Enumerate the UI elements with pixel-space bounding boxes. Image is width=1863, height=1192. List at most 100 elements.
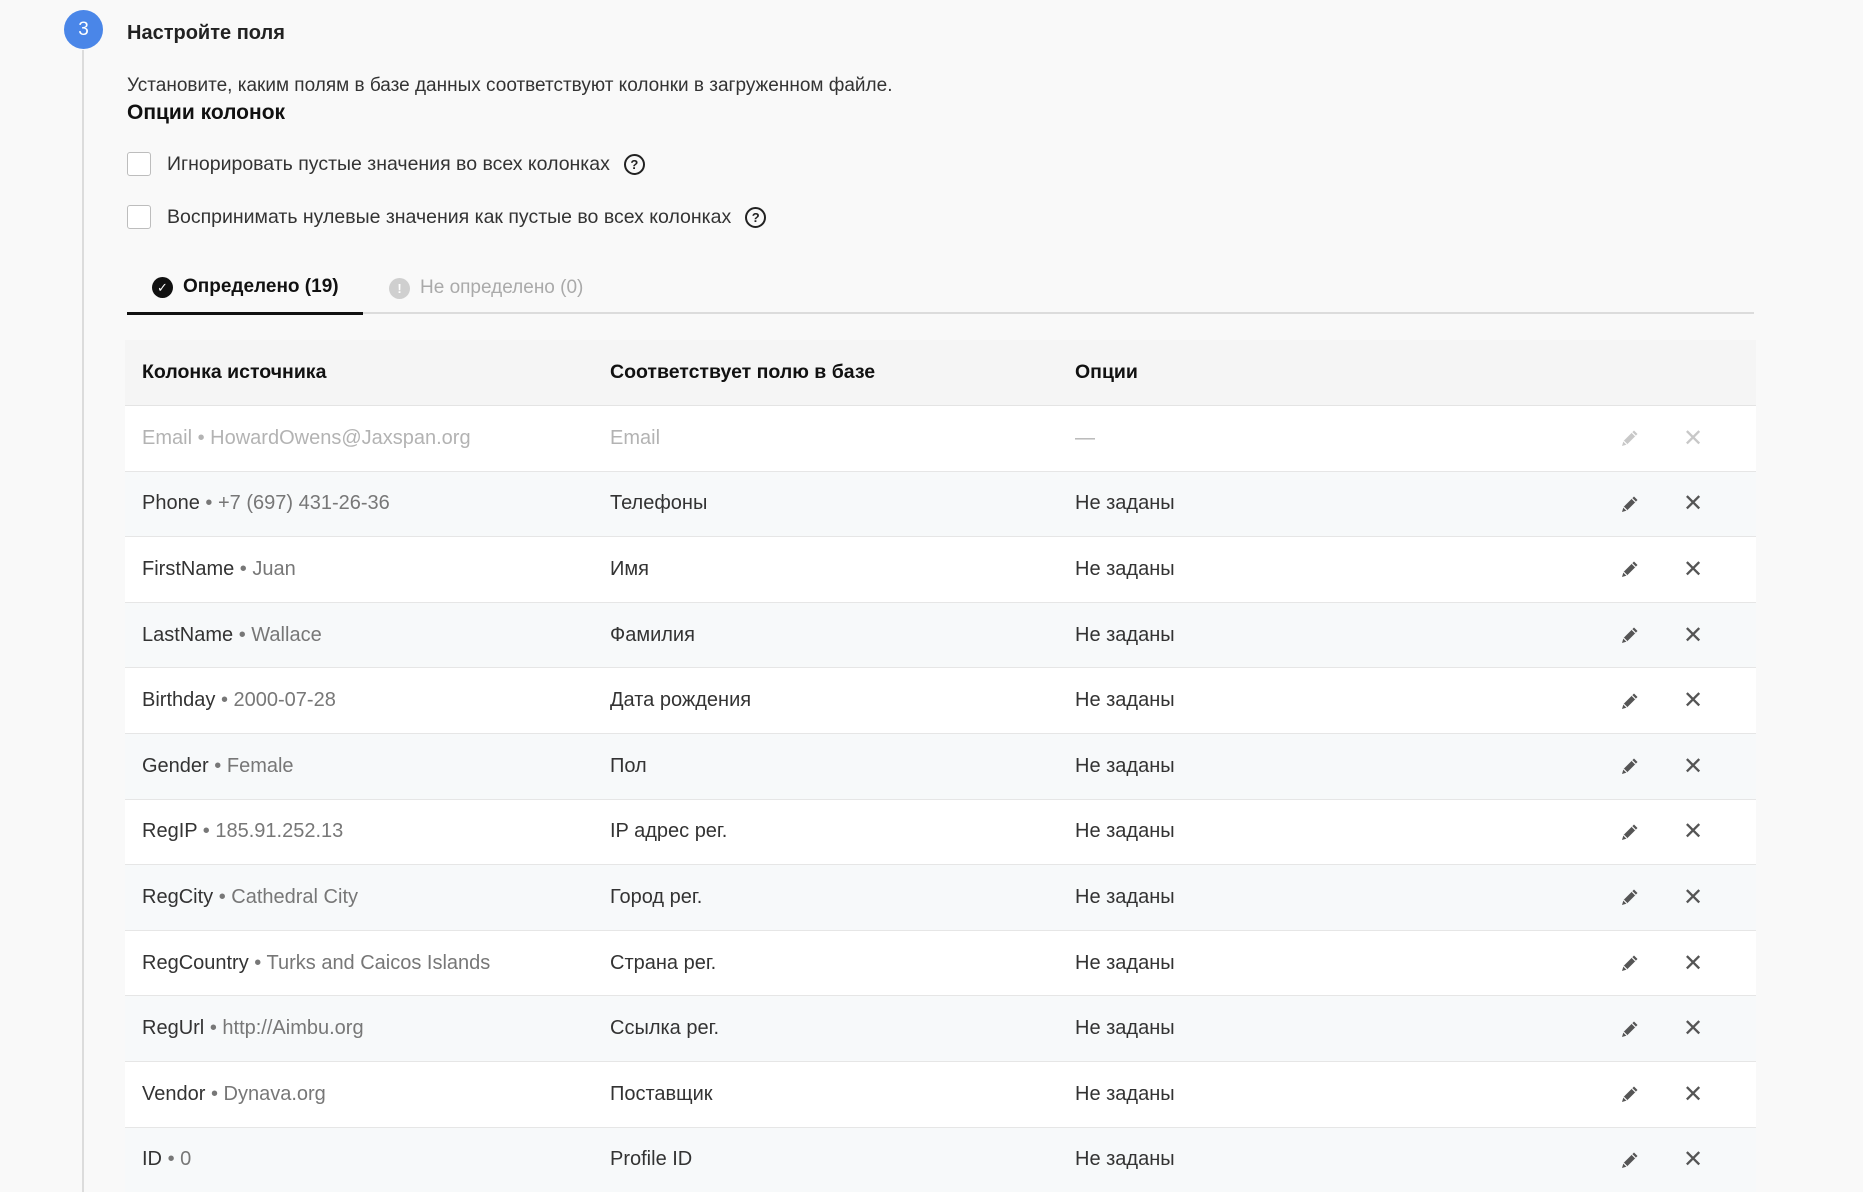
edit-pencil-icon[interactable]	[1615, 489, 1645, 519]
table-row: Vendor • Dynava.org Поставщик Не заданы …	[125, 1061, 1756, 1128]
option-ignore-empty: Игнорировать пустые значения во всех кол…	[127, 151, 645, 177]
edit-pencil-icon[interactable]	[1615, 882, 1645, 912]
close-icon[interactable]: ✕	[1678, 489, 1708, 519]
source-cell: RegIP • 185.91.252.13	[142, 820, 343, 843]
sample-separator: •	[214, 754, 222, 777]
source-cell: Gender • Female	[142, 755, 294, 778]
header-source-column: Колонка источника	[142, 361, 327, 383]
header-options: Опции	[1075, 361, 1138, 383]
table-row: Gender • Female Пол Не заданы ✕	[125, 733, 1756, 800]
edit-pencil-icon[interactable]	[1615, 751, 1645, 781]
tab-defined-label: Определено (19)	[183, 276, 339, 297]
close-icon[interactable]: ✕	[1678, 620, 1708, 650]
sample-separator: •	[220, 689, 228, 712]
table-body: Email • HowardOwens@Jaxspan.org Email — …	[125, 406, 1756, 1192]
exclamation-icon: !	[389, 277, 410, 299]
tab-undefined[interactable]: ! Не определено (0)	[389, 262, 583, 314]
edit-pencil-icon[interactable]	[1615, 423, 1645, 453]
source-sample-value: Wallace	[251, 623, 322, 646]
zero-as-empty-label[interactable]: Воспринимать нулевые значения как пустые…	[167, 206, 731, 229]
help-icon[interactable]: ?	[745, 206, 767, 228]
close-icon[interactable]: ✕	[1678, 948, 1708, 978]
source-cell: RegUrl • http://Aimbu.org	[142, 1017, 364, 1040]
source-column-name: Vendor	[142, 1082, 206, 1105]
zero-as-empty-checkbox[interactable]	[127, 205, 151, 229]
step-description: Установите, каким полям в базе данных со…	[127, 75, 893, 96]
help-icon[interactable]: ?	[623, 153, 645, 175]
source-column-name: RegIP	[142, 820, 198, 843]
table-row: Phone • +7 (697) 431-26-36 Телефоны Не з…	[125, 471, 1756, 538]
db-field-cell: Имя	[610, 557, 649, 580]
table-row: RegCity • Cathedral City Город рег. Не з…	[125, 865, 1756, 931]
source-sample-value: Turks and Caicos Islands	[266, 951, 491, 974]
close-icon[interactable]: ✕	[1678, 686, 1708, 716]
source-sample-value: http://Aimbu.org	[222, 1017, 364, 1040]
header-db-field: Соответствует полю в базе	[610, 361, 876, 383]
close-icon[interactable]: ✕	[1678, 1145, 1708, 1175]
db-field-cell: Страна рег.	[610, 951, 717, 974]
edit-pencil-icon[interactable]	[1615, 1014, 1645, 1044]
close-icon[interactable]: ✕	[1678, 751, 1708, 781]
source-cell: Phone • +7 (697) 431-26-36	[142, 492, 390, 515]
source-cell: RegCity • Cathedral City	[142, 886, 358, 909]
option-zero-as-empty: Воспринимать нулевые значения как пустые…	[127, 204, 767, 230]
options-cell: Не заданы	[1075, 1148, 1175, 1171]
ignore-empty-label[interactable]: Игнорировать пустые значения во всех кол…	[167, 153, 610, 176]
edit-pencil-icon[interactable]	[1615, 554, 1645, 584]
source-column-name: RegCountry	[142, 951, 249, 974]
source-sample-value: Juan	[252, 557, 296, 580]
sample-separator: •	[218, 885, 226, 908]
source-column-name: FirstName	[142, 557, 235, 580]
sample-separator: •	[210, 1082, 218, 1105]
options-cell: Не заданы	[1075, 1017, 1175, 1040]
tab-defined[interactable]: ✓ Определено (19)	[127, 262, 363, 315]
close-icon[interactable]: ✕	[1678, 554, 1708, 584]
source-sample-value: Female	[226, 754, 294, 777]
options-cell: —	[1075, 426, 1095, 449]
edit-pencil-icon[interactable]	[1615, 620, 1645, 650]
source-sample-value: 0	[180, 1148, 192, 1171]
close-icon[interactable]: ✕	[1678, 882, 1708, 912]
source-sample-value: HowardOwens@Jaxspan.org	[210, 426, 471, 449]
sample-separator: •	[238, 623, 246, 646]
source-column-name: Gender	[142, 754, 209, 777]
source-column-name: RegCity	[142, 885, 214, 908]
source-column-name: Email	[142, 426, 193, 449]
db-field-cell: Фамилия	[610, 623, 695, 646]
db-field-cell: Дата рождения	[610, 689, 752, 712]
edit-pencil-icon[interactable]	[1615, 948, 1645, 978]
edit-pencil-icon[interactable]	[1615, 1079, 1645, 1109]
source-cell: LastName • Wallace	[142, 624, 322, 647]
options-cell: Не заданы	[1075, 1082, 1175, 1105]
sample-separator: •	[254, 951, 262, 974]
source-sample-value: 2000-07-28	[233, 689, 336, 712]
source-cell: Vendor • Dynava.org	[142, 1083, 326, 1106]
close-icon[interactable]: ✕	[1678, 423, 1708, 453]
table-row: ID • 0 Profile ID Не заданы ✕	[125, 1127, 1756, 1192]
sample-separator: •	[202, 820, 210, 843]
table-row: RegIP • 185.91.252.13 IP адрес рег. Не з…	[125, 799, 1756, 866]
close-icon[interactable]: ✕	[1678, 817, 1708, 847]
sample-separator: •	[209, 1017, 217, 1040]
edit-pencil-icon[interactable]	[1615, 817, 1645, 847]
check-icon: ✓	[152, 276, 173, 298]
table-row: LastName • Wallace Фамилия Не заданы ✕	[125, 602, 1756, 669]
source-sample-value: 185.91.252.13	[215, 820, 344, 843]
ignore-empty-checkbox[interactable]	[127, 152, 151, 176]
mapping-tabs: ✓ Определено (19) ! Не определено (0)	[127, 262, 1754, 315]
mapping-table: Колонка источника Соответствует полю в б…	[125, 340, 1756, 1192]
options-cell: Не заданы	[1075, 820, 1175, 843]
column-options-title: Опции колонок	[127, 101, 286, 124]
table-row: RegUrl • http://Aimbu.org Ссылка рег. Не…	[125, 996, 1756, 1062]
source-cell: FirstName • Juan	[142, 558, 296, 581]
db-field-cell: Ссылка рег.	[610, 1017, 720, 1040]
edit-pencil-icon[interactable]	[1615, 686, 1645, 716]
source-cell: Email • HowardOwens@Jaxspan.org	[142, 427, 471, 450]
step-number-badge: 3	[64, 10, 103, 49]
edit-pencil-icon[interactable]	[1615, 1145, 1645, 1175]
options-cell: Не заданы	[1075, 689, 1175, 712]
close-icon[interactable]: ✕	[1678, 1079, 1708, 1109]
step-connector-line	[82, 50, 84, 1192]
source-cell: ID • 0	[142, 1148, 191, 1171]
close-icon[interactable]: ✕	[1678, 1014, 1708, 1044]
